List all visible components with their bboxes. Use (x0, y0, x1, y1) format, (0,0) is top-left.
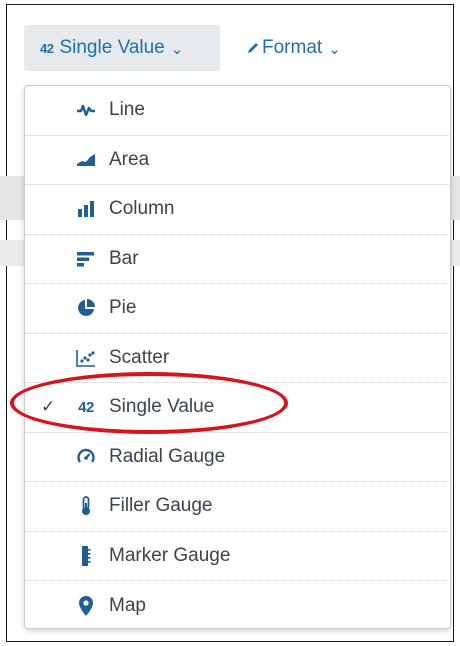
format-button[interactable]: Format ⌄ (246, 25, 341, 71)
single-value-icon: 42 (40, 40, 54, 56)
menu-item-line[interactable]: Line (25, 86, 450, 136)
menu-item-label: Marker Gauge (109, 544, 231, 566)
menu-item-area[interactable]: Area (25, 136, 450, 185)
menu-item-column[interactable]: Column (25, 185, 450, 235)
menu-item-pie[interactable]: Pie (25, 284, 450, 334)
checkmark-icon: ✓ (41, 397, 56, 417)
format-label: Format (262, 37, 323, 58)
chevron-down-icon: ⌄ (328, 41, 341, 58)
map-pin-icon (75, 595, 97, 617)
menu-item-single-value[interactable]: ✓ 42 Single Value (25, 383, 450, 433)
menu-item-label: Area (109, 148, 150, 170)
menu-item-label: Column (109, 198, 175, 220)
menu-item-label: Filler Gauge (109, 495, 213, 517)
scatter-chart-icon (75, 347, 97, 369)
menu-item-label: Scatter (109, 346, 170, 368)
marker-gauge-icon (75, 545, 97, 567)
filler-gauge-icon (75, 495, 97, 517)
menu-item-radial-gauge[interactable]: Radial Gauge (25, 433, 450, 482)
visualization-type-button[interactable]: 42 Single Value ⌄ (24, 25, 220, 71)
single-value-icon: 42 (78, 398, 94, 416)
bar-chart-icon (75, 248, 97, 270)
menu-item-label: Bar (109, 247, 139, 269)
visualization-type-label: Single Value (59, 37, 165, 58)
column-chart-icon (75, 198, 97, 220)
menu-item-label: Pie (109, 297, 137, 319)
menu-item-bar[interactable]: Bar (25, 235, 450, 284)
area-chart-icon (75, 149, 97, 171)
menu-item-scatter[interactable]: Scatter (25, 334, 450, 383)
visualization-type-menu: Line Area Column Bar Pie Scatter ✓ 42 Si… (24, 85, 451, 629)
menu-item-label: Line (109, 99, 145, 121)
line-chart-icon (75, 99, 97, 121)
menu-item-label: Radial Gauge (109, 445, 226, 467)
menu-item-map[interactable]: Map (25, 581, 450, 628)
radial-gauge-icon (75, 446, 97, 468)
pie-chart-icon (75, 297, 97, 319)
menu-item-label: Single Value (109, 396, 215, 418)
chevron-down-icon: ⌄ (170, 41, 184, 58)
menu-item-label: Map (109, 594, 146, 616)
pencil-icon (246, 41, 260, 55)
menu-item-marker-gauge[interactable]: Marker Gauge (25, 532, 450, 581)
menu-item-filler-gauge[interactable]: Filler Gauge (25, 482, 450, 532)
